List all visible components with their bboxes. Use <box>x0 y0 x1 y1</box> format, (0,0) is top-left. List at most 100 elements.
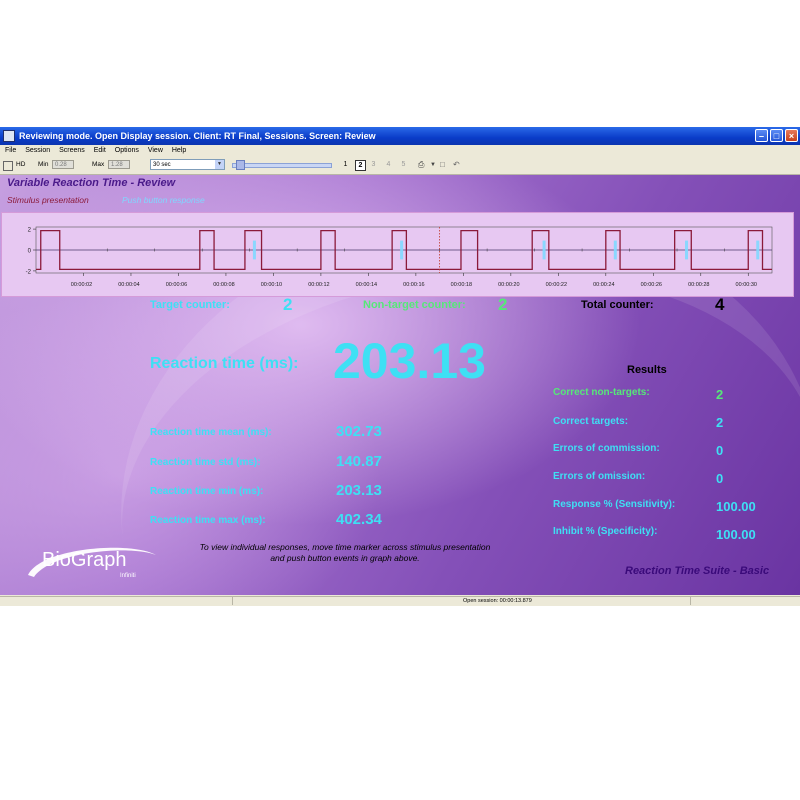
hd-label: HD <box>16 161 26 168</box>
print-icon[interactable]: ⎙ <box>418 160 424 170</box>
menu-view[interactable]: View <box>148 147 163 154</box>
menu-edit[interactable]: Edit <box>94 147 106 154</box>
result-value-errors-omission: 0 <box>716 471 724 486</box>
stat-label-mean: Reaction time mean (ms): <box>150 427 272 438</box>
undo-icon[interactable]: ↶ <box>453 160 460 170</box>
push-button-mark <box>685 240 689 260</box>
result-label-correct-targets: Correct targets: <box>553 416 629 427</box>
instruction-line-1: To view individual responses, move time … <box>199 542 491 552</box>
chevron-down-icon[interactable]: ▼ <box>430 160 436 170</box>
menu-screens[interactable]: Screens <box>59 147 85 154</box>
result-value-correct-nontargets: 2 <box>716 387 724 402</box>
result-value-specificity: 100.00 <box>716 527 756 542</box>
stat-label-min: Reaction time min (ms): <box>150 486 264 497</box>
x-tick-label: 00:00:10 <box>261 282 282 288</box>
max-input[interactable]: 1.28 <box>108 160 130 169</box>
maximize-icon[interactable]: □ <box>770 129 783 142</box>
stat-value-max: 402.34 <box>336 511 382 528</box>
window-icon[interactable]: □ <box>440 160 445 170</box>
chevron-down-icon[interactable]: ▼ <box>215 160 224 169</box>
instruction-text: To view individual responses, move time … <box>140 542 550 564</box>
page-2[interactable]: 2 <box>355 160 366 171</box>
reaction-time-value: 203.13 <box>333 333 486 389</box>
stat-value-std: 140.87 <box>336 453 382 470</box>
push-button-mark <box>542 240 546 260</box>
x-tick-label: 00:00:28 <box>688 282 709 288</box>
status-text: Open session: 00:00:13.879 <box>463 598 532 604</box>
menu-session[interactable]: Session <box>25 147 50 154</box>
hd-checkbox[interactable] <box>3 161 13 171</box>
menu-bar: File Session Screens Edit Options View H… <box>0 145 800 156</box>
x-tick-label: 00:00:14 <box>356 282 377 288</box>
logo-subtext: Infiniti <box>120 573 136 579</box>
stat-label-max: Reaction time max (ms): <box>150 515 266 526</box>
app-window: Reviewing mode. Open Display session. Cl… <box>0 127 800 606</box>
nontarget-counter-label: Non-target counter: <box>363 299 466 311</box>
toolbar: HD Min 0.28 Max 1.28 30 sec ▼ 1 2 3 4 5 … <box>0 156 800 175</box>
total-counter-label: Total counter: <box>581 299 654 311</box>
page-5[interactable]: 5 <box>399 160 408 170</box>
duration-value: 30 sec <box>153 162 171 168</box>
stimulus-chart-svg: 2 0 -2 00:00:02 00:00:04 00:00:06 00:00:08 00:0… <box>26 226 773 288</box>
result-value-correct-targets: 2 <box>716 415 724 430</box>
slider-thumb[interactable] <box>236 160 245 170</box>
page-3[interactable]: 3 <box>369 160 378 170</box>
page-1[interactable]: 1 <box>341 160 350 170</box>
nontarget-counter-value: 2 <box>498 295 508 314</box>
status-bar: Open session: 00:00:13.879 <box>0 596 800 606</box>
review-screen: Variable Reaction Time - Review Stimulus… <box>0 175 800 595</box>
result-label-errors-omission: Errors of omission: <box>553 471 646 482</box>
suite-label: Reaction Time Suite - Basic <box>625 565 770 577</box>
duration-select[interactable]: 30 sec ▼ <box>150 159 225 170</box>
menu-options[interactable]: Options <box>115 147 139 154</box>
target-counter-label: Target counter: <box>150 299 230 311</box>
x-tick-label: 00:00:16 <box>403 282 424 288</box>
stimulus-chart[interactable]: 2 0 -2 00:00:02 00:00:04 00:00:06 00:00:08 00:0… <box>1 212 794 297</box>
status-divider <box>690 597 691 605</box>
max-label: Max <box>92 161 105 168</box>
result-label-errors-commission: Errors of commission: <box>553 443 660 454</box>
y-tick-label: 0 <box>28 249 32 255</box>
x-tick-label: 00:00:08 <box>213 282 234 288</box>
biograph-logo: BioGraph Infiniti <box>22 537 160 583</box>
push-button-mark <box>756 240 760 260</box>
result-label-specificity: Inhibit % (Specificity): <box>553 526 658 537</box>
status-divider <box>232 597 233 605</box>
y-tick-label: -2 <box>26 269 32 275</box>
logo-text: BioGraph <box>42 549 127 571</box>
page-4[interactable]: 4 <box>384 160 393 170</box>
x-tick-label: 00:00:04 <box>118 282 139 288</box>
screen-title: Variable Reaction Time - Review <box>7 177 176 189</box>
result-value-errors-commission: 0 <box>716 443 724 458</box>
stat-label-std: Reaction time std (ms): <box>150 457 261 468</box>
title-bar[interactable]: Reviewing mode. Open Display session. Cl… <box>0 127 800 145</box>
x-tick-label: 00:00:24 <box>593 282 614 288</box>
y-tick-label: 2 <box>28 228 32 234</box>
stat-value-mean: 302.73 <box>336 423 382 440</box>
min-input[interactable]: 0.28 <box>52 160 74 169</box>
minimize-icon[interactable]: – <box>755 129 768 142</box>
scroll-slider[interactable] <box>232 163 332 168</box>
total-counter-value: 4 <box>715 295 725 314</box>
x-tick-label: 00:00:02 <box>71 282 92 288</box>
push-button-mark <box>252 240 256 260</box>
stat-value-min: 203.13 <box>336 482 382 499</box>
result-label-sensitivity: Response % (Sensitivity): <box>553 499 676 510</box>
menu-file[interactable]: File <box>5 147 16 154</box>
menu-help[interactable]: Help <box>172 147 186 154</box>
legend-stimulus: Stimulus presentation <box>7 195 89 205</box>
x-tick-label: 00:00:12 <box>308 282 329 288</box>
push-button-mark <box>400 240 404 260</box>
close-icon[interactable]: × <box>785 129 798 142</box>
x-tick-label: 00:00:06 <box>166 282 187 288</box>
push-button-mark <box>613 240 617 260</box>
app-icon <box>3 130 15 142</box>
x-tick-label: 00:00:20 <box>498 282 519 288</box>
legend-push-button: Push button response <box>122 195 205 205</box>
instruction-line-2: and push button events in graph above. <box>270 553 420 563</box>
x-tick-label: 00:00:30 <box>736 282 757 288</box>
window-title: Reviewing mode. Open Display session. Cl… <box>19 131 376 141</box>
x-tick-label: 00:00:18 <box>451 282 472 288</box>
min-label: Min <box>38 161 49 168</box>
reaction-time-label: Reaction time (ms): <box>150 355 299 372</box>
